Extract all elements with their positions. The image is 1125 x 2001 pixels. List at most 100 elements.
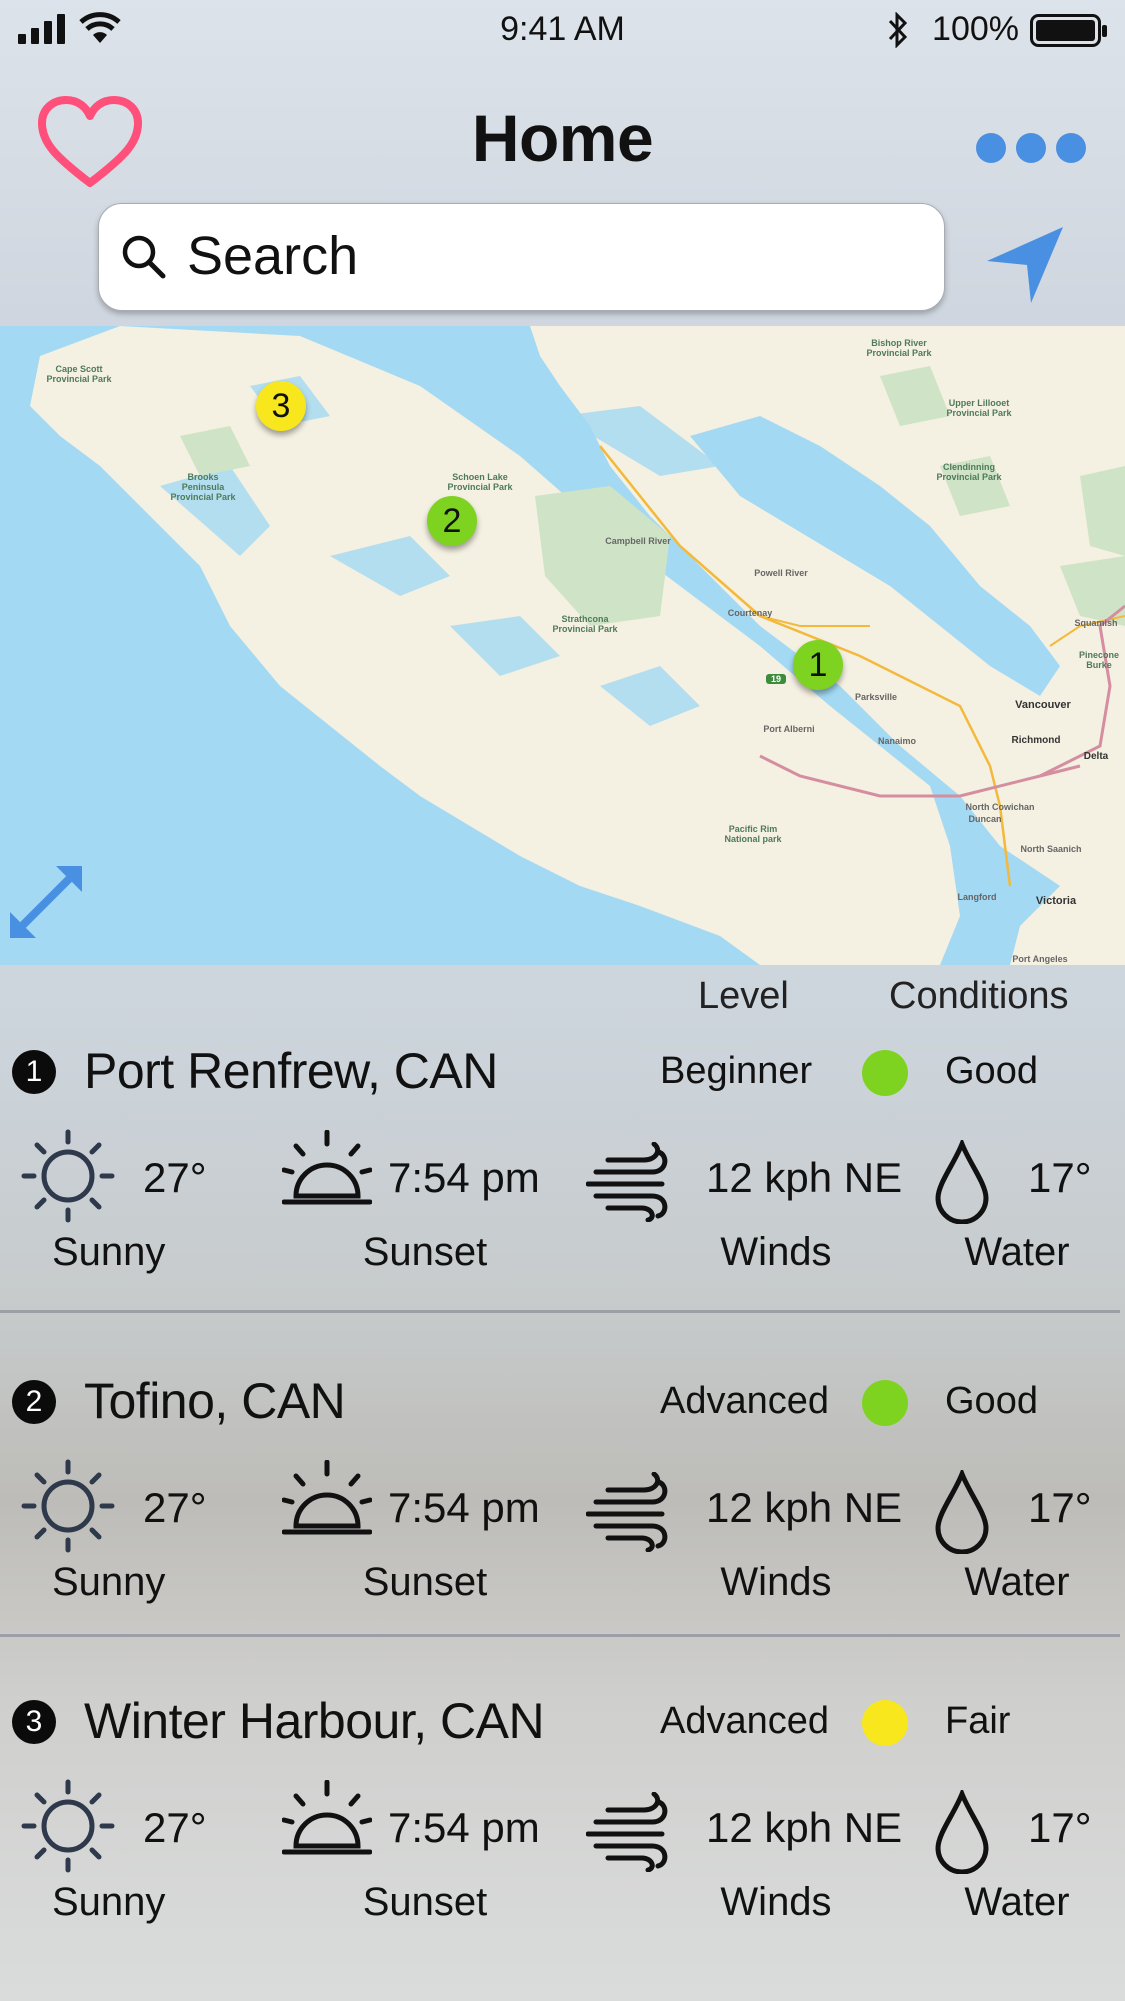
- water-label: Water: [964, 1230, 1070, 1274]
- map-label: Squamish: [1074, 618, 1118, 628]
- map-label: Duncan: [968, 814, 1002, 824]
- map-label: Pacific Rim National park: [724, 824, 782, 844]
- wind-label: Winds: [720, 1230, 832, 1274]
- battery-icon: [1030, 14, 1107, 47]
- map-label: Brooks Peninsula Provincial Park: [170, 472, 236, 502]
- spot-number-badge: 1: [12, 1050, 56, 1094]
- map-label: Courtenay: [727, 608, 773, 618]
- water-drop-icon: [935, 1470, 989, 1554]
- wind-speed: 12 kph NE: [706, 1154, 903, 1201]
- spot-name: Port Renfrew, CAN: [84, 1043, 498, 1099]
- map-label: Pinecone Burke: [1078, 650, 1119, 670]
- wind-speed: 12 kph NE: [706, 1804, 903, 1851]
- wind-label: Winds: [720, 1880, 832, 1924]
- bluetooth-icon: [888, 12, 908, 48]
- weather-temp: 27°: [143, 1154, 207, 1201]
- map-label: Clendinning Provincial Park: [936, 462, 1002, 482]
- map-label: Port Angeles: [1012, 954, 1068, 964]
- sunset-icon: [282, 1780, 372, 1855]
- weather-label: Sunny: [52, 1230, 166, 1274]
- water-drop-icon: [935, 1140, 989, 1224]
- sun-icon: [21, 1779, 115, 1873]
- sunset-time: 7:54 pm: [388, 1484, 540, 1531]
- spot-row[interactable]: 3 Winter Harbour, CAN Advanced Fair 27° …: [0, 1680, 1125, 2000]
- sunset-label: Sunset: [362, 1880, 488, 1924]
- spot-level: Advanced: [660, 1700, 830, 1742]
- water-temp: 17°: [1028, 1484, 1092, 1531]
- weather-label: Sunny: [52, 1880, 166, 1924]
- map-label: Campbell River: [605, 536, 671, 546]
- map-marker-3[interactable]: 3: [256, 381, 306, 431]
- spot-row[interactable]: 1 Port Renfrew, CAN Beginner Good 27° Su…: [0, 1030, 1125, 1350]
- water-temp: 17°: [1028, 1804, 1092, 1851]
- map-label: North Saanich: [1020, 844, 1082, 854]
- map-label: Delta: [1083, 751, 1109, 762]
- expand-icon[interactable]: [6, 862, 86, 942]
- spot-number-badge: 2: [12, 1380, 56, 1424]
- more-icon[interactable]: [974, 130, 1088, 166]
- condition-indicator: [862, 1050, 908, 1096]
- spot-name: Tofino, CAN: [84, 1373, 346, 1429]
- map-label: Cape Scott Provincial Park: [46, 364, 112, 384]
- map-marker-2[interactable]: 2: [427, 496, 477, 546]
- map-label: Strathcona Provincial Park: [552, 614, 618, 634]
- sun-icon: [21, 1129, 115, 1223]
- map-view[interactable]: Cape Scott Provincial Park Brooks Penins…: [0, 326, 1125, 965]
- search-bar[interactable]: [98, 203, 945, 311]
- search-icon: [122, 235, 166, 279]
- wind-icon: [586, 1142, 668, 1222]
- column-header-level: Level: [698, 975, 789, 1017]
- spot-level: Advanced: [660, 1380, 830, 1422]
- map-canvas: [0, 326, 1125, 965]
- status-bar: 9:41 AM 100%: [0, 0, 1125, 60]
- spot-condition: Fair: [945, 1700, 1011, 1742]
- wind-speed: 12 kph NE: [706, 1484, 903, 1531]
- map-label: Victoria: [1035, 895, 1077, 907]
- weather-temp: 27°: [143, 1804, 207, 1851]
- weather-temp: 27°: [143, 1484, 207, 1531]
- condition-indicator: [862, 1380, 908, 1426]
- water-label: Water: [964, 1560, 1070, 1604]
- map-label: Port Alberni: [763, 724, 815, 734]
- spot-condition: Good: [945, 1050, 1038, 1092]
- water-drop-icon: [935, 1790, 989, 1874]
- map-label: 19: [766, 674, 786, 684]
- spot-level: Beginner: [660, 1050, 813, 1092]
- page-title: Home: [471, 101, 654, 175]
- map-label: Schoen Lake Provincial Park: [447, 472, 513, 492]
- sun-icon: [21, 1459, 115, 1553]
- sunset-label: Sunset: [362, 1560, 488, 1604]
- water-label: Water: [964, 1880, 1070, 1924]
- map-marker-1[interactable]: 1: [793, 640, 843, 690]
- wind-icon: [586, 1792, 668, 1872]
- spot-number-badge: 3: [12, 1700, 56, 1744]
- map-label: Vancouver: [1015, 699, 1071, 711]
- water-temp: 17°: [1028, 1154, 1092, 1201]
- row-divider: [0, 1310, 1120, 1313]
- location-arrow-icon[interactable]: [985, 225, 1065, 305]
- map-label: Parksville: [854, 692, 898, 702]
- map-label: Nanaimo: [877, 736, 916, 746]
- battery-percent: 100%: [932, 10, 1019, 48]
- map-label: Upper Lillooet Provincial Park: [946, 398, 1012, 418]
- map-label: Richmond: [1011, 735, 1061, 746]
- wind-label: Winds: [720, 1560, 832, 1604]
- sunset-label: Sunset: [362, 1230, 488, 1274]
- weather-label: Sunny: [52, 1560, 166, 1604]
- sunset-icon: [282, 1130, 372, 1205]
- sunset-time: 7:54 pm: [388, 1154, 540, 1201]
- map-label: Powell River: [754, 568, 808, 578]
- spot-name: Winter Harbour, CAN: [84, 1693, 545, 1749]
- wind-icon: [586, 1472, 668, 1552]
- sunset-icon: [282, 1460, 372, 1535]
- spot-row[interactable]: 2 Tofino, CAN Advanced Good 27° Sunny 7:…: [0, 1360, 1125, 1680]
- column-header-conditions: Conditions: [889, 975, 1069, 1017]
- sunset-time: 7:54 pm: [388, 1804, 540, 1851]
- map-label: Bishop River Provincial Park: [866, 338, 932, 358]
- condition-indicator: [862, 1700, 908, 1746]
- spot-condition: Good: [945, 1380, 1038, 1422]
- row-divider: [0, 1634, 1120, 1637]
- map-label: North Cowichan: [965, 802, 1035, 812]
- search-input[interactable]: [187, 204, 927, 308]
- map-label: Langford: [957, 892, 997, 902]
